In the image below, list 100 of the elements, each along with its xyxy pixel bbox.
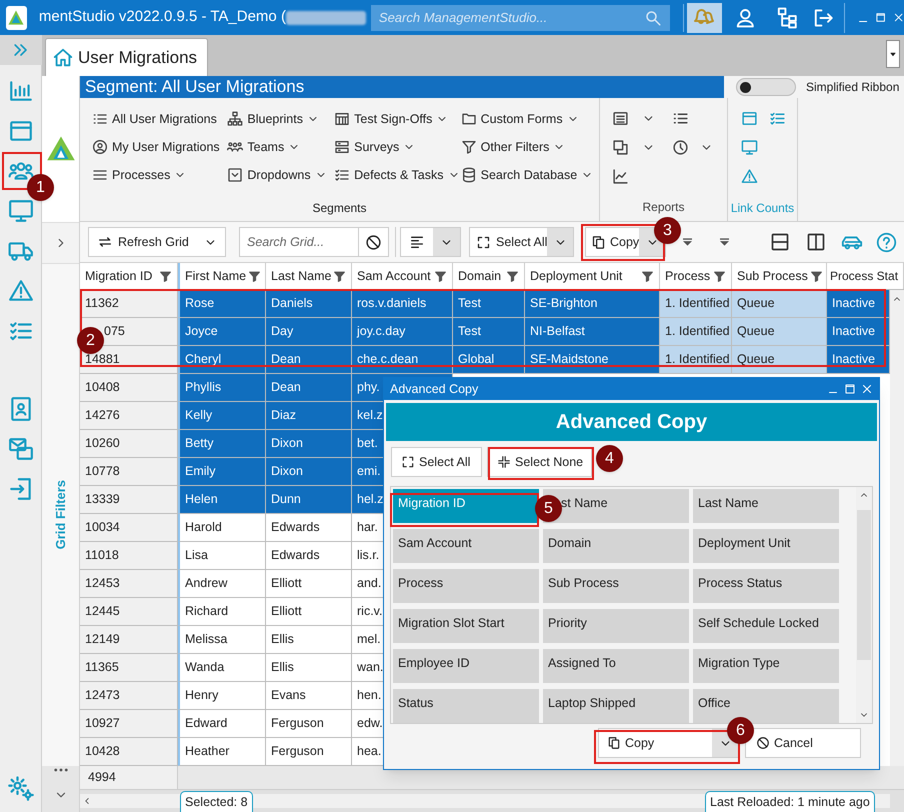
more-icon[interactable]	[54, 768, 68, 772]
column-header[interactable]: Deployment Unit	[525, 263, 660, 289]
column-option[interactable]: Last Name	[693, 489, 839, 523]
column-option[interactable]: Migration Type	[693, 649, 839, 683]
checklist-icon[interactable]	[769, 110, 786, 127]
toggle-switch[interactable]	[736, 78, 796, 96]
filter-icon[interactable]	[248, 270, 262, 282]
monitor-icon[interactable]	[8, 198, 34, 224]
table-cell: Phyllis	[178, 374, 266, 402]
refresh-grid-button[interactable]: Refresh Grid	[88, 227, 226, 257]
table-cell: 10260	[80, 430, 178, 458]
cancel-button[interactable]: Cancel	[745, 728, 861, 758]
table-cell: Test	[453, 318, 525, 346]
maximize-icon[interactable]	[875, 11, 887, 24]
column-header[interactable]: First Name	[178, 263, 266, 289]
close-icon[interactable]	[892, 11, 904, 24]
column-header[interactable]: Last Name	[266, 263, 352, 289]
ribbon-menu-item[interactable]: Other Filters	[460, 133, 599, 161]
database-icon	[460, 167, 477, 183]
ribbon-menu-item[interactable]: All User Migrations	[92, 105, 228, 133]
column-option[interactable]: Assigned To	[543, 649, 689, 683]
clear-search-button[interactable]	[359, 227, 389, 257]
column-option[interactable]: Employee ID	[393, 649, 539, 683]
trend-chart-icon[interactable]	[612, 168, 629, 185]
clock-icon[interactable]	[672, 139, 689, 156]
column-option[interactable]: Sam Account	[393, 529, 539, 563]
table-cell: Ferguson	[266, 710, 352, 738]
select-none-button[interactable]: Select None	[487, 447, 592, 477]
column-header[interactable]: Migration ID	[80, 263, 178, 289]
column-layout-icon[interactable]	[806, 232, 826, 252]
maximize-icon[interactable]	[844, 383, 856, 395]
vertical-scrollbar[interactable]	[890, 290, 904, 766]
column-header[interactable]: Process Stat	[827, 263, 904, 289]
column-header[interactable]: Domain	[453, 263, 525, 289]
column-option[interactable]: Domain	[543, 529, 689, 563]
mail-icon[interactable]	[8, 436, 34, 462]
grid-search-field[interactable]: Search Grid...	[239, 227, 359, 257]
table-cell: 10428	[80, 738, 178, 766]
column-option[interactable]: Process	[393, 569, 539, 603]
filter-icon[interactable]	[159, 270, 172, 282]
row-layout-icon[interactable]	[770, 232, 790, 252]
ribbon-menu-item[interactable]: Processes	[92, 161, 228, 189]
scroll-thumb[interactable]	[857, 510, 871, 660]
column-option[interactable]: Sub Process	[543, 569, 689, 603]
window-icon[interactable]	[741, 110, 758, 127]
table-cell: 1. Identified	[660, 290, 732, 318]
column-option[interactable]: Office	[693, 689, 839, 723]
filter-arrow-icon[interactable]	[720, 238, 729, 246]
column-header[interactable]: Sub Process	[732, 263, 827, 289]
filter-icon[interactable]	[810, 270, 823, 282]
column-option[interactable]: Status	[393, 689, 539, 723]
help-icon[interactable]	[876, 232, 897, 252]
document-tab[interactable]: User Migrations	[45, 38, 208, 76]
ribbon-menu-item[interactable]: Custom Forms	[460, 105, 599, 133]
ribbon-menu-item[interactable]: Blueprints	[227, 105, 334, 133]
settings-icon[interactable]	[6, 774, 34, 802]
warning-icon[interactable]	[741, 168, 758, 185]
table-cell: Test	[453, 290, 525, 318]
ribbon-menu-item[interactable]: Surveys	[334, 133, 461, 161]
filter-icon[interactable]	[641, 270, 654, 282]
column-option[interactable]: Priority	[543, 609, 689, 643]
filter-arrow-icon[interactable]	[683, 238, 692, 246]
filter-icon[interactable]	[434, 270, 447, 282]
table-cell: Edward	[178, 710, 266, 738]
table-cell: Diaz	[266, 402, 352, 430]
table-cell: Dean	[266, 374, 352, 402]
column-option[interactable]: Laptop Shipped	[543, 689, 689, 723]
filter-icon[interactable]	[713, 270, 726, 282]
filter-icon[interactable]	[506, 270, 519, 282]
warning-icon[interactable]	[8, 278, 34, 304]
table-cell: Queue	[732, 346, 827, 374]
import-icon[interactable]	[8, 476, 34, 502]
column-option[interactable]: Migration Slot Start	[393, 609, 539, 643]
tab-list-button[interactable]	[886, 40, 900, 68]
ribbon-menu-item[interactable]: Test Sign-Offs	[334, 105, 461, 133]
column-option[interactable]: Self Schedule Locked	[693, 609, 839, 643]
select-all-button[interactable]: Select All	[469, 227, 574, 257]
column-header[interactable]: Sam Account	[352, 263, 453, 289]
report-table-icon[interactable]	[612, 110, 629, 127]
select-all-button[interactable]: Select All	[391, 447, 482, 477]
vertical-scrollbar[interactable]	[856, 487, 872, 723]
close-icon[interactable]	[861, 383, 873, 395]
table-cell: Global	[453, 346, 525, 374]
table-cell: 12149	[80, 626, 178, 654]
hierarchy-icon[interactable]	[776, 4, 799, 30]
copy-stack-icon[interactable]	[612, 139, 629, 156]
column-option[interactable]: Process Status	[693, 569, 839, 603]
ribbon-menu-item[interactable]: Search Database	[460, 161, 599, 189]
filter-icon[interactable]	[333, 270, 346, 282]
notifications-button[interactable]	[686, 2, 722, 32]
column-header[interactable]: Process	[660, 263, 732, 289]
ribbon-menu-item[interactable]: Dropdowns	[227, 161, 334, 189]
row-count: 4994	[80, 766, 178, 789]
align-button[interactable]	[400, 227, 461, 257]
column-option[interactable]: Deployment Unit	[693, 529, 839, 563]
monitor-icon[interactable]	[741, 139, 758, 156]
ribbon-menu-item[interactable]: My User Migrations	[92, 133, 228, 161]
global-search-field[interactable]: Search ManagementStudio...	[370, 4, 670, 30]
ribbon-menu-item[interactable]: Defects & Tasks	[334, 161, 461, 189]
ribbon-menu-item[interactable]: Teams	[227, 133, 334, 161]
